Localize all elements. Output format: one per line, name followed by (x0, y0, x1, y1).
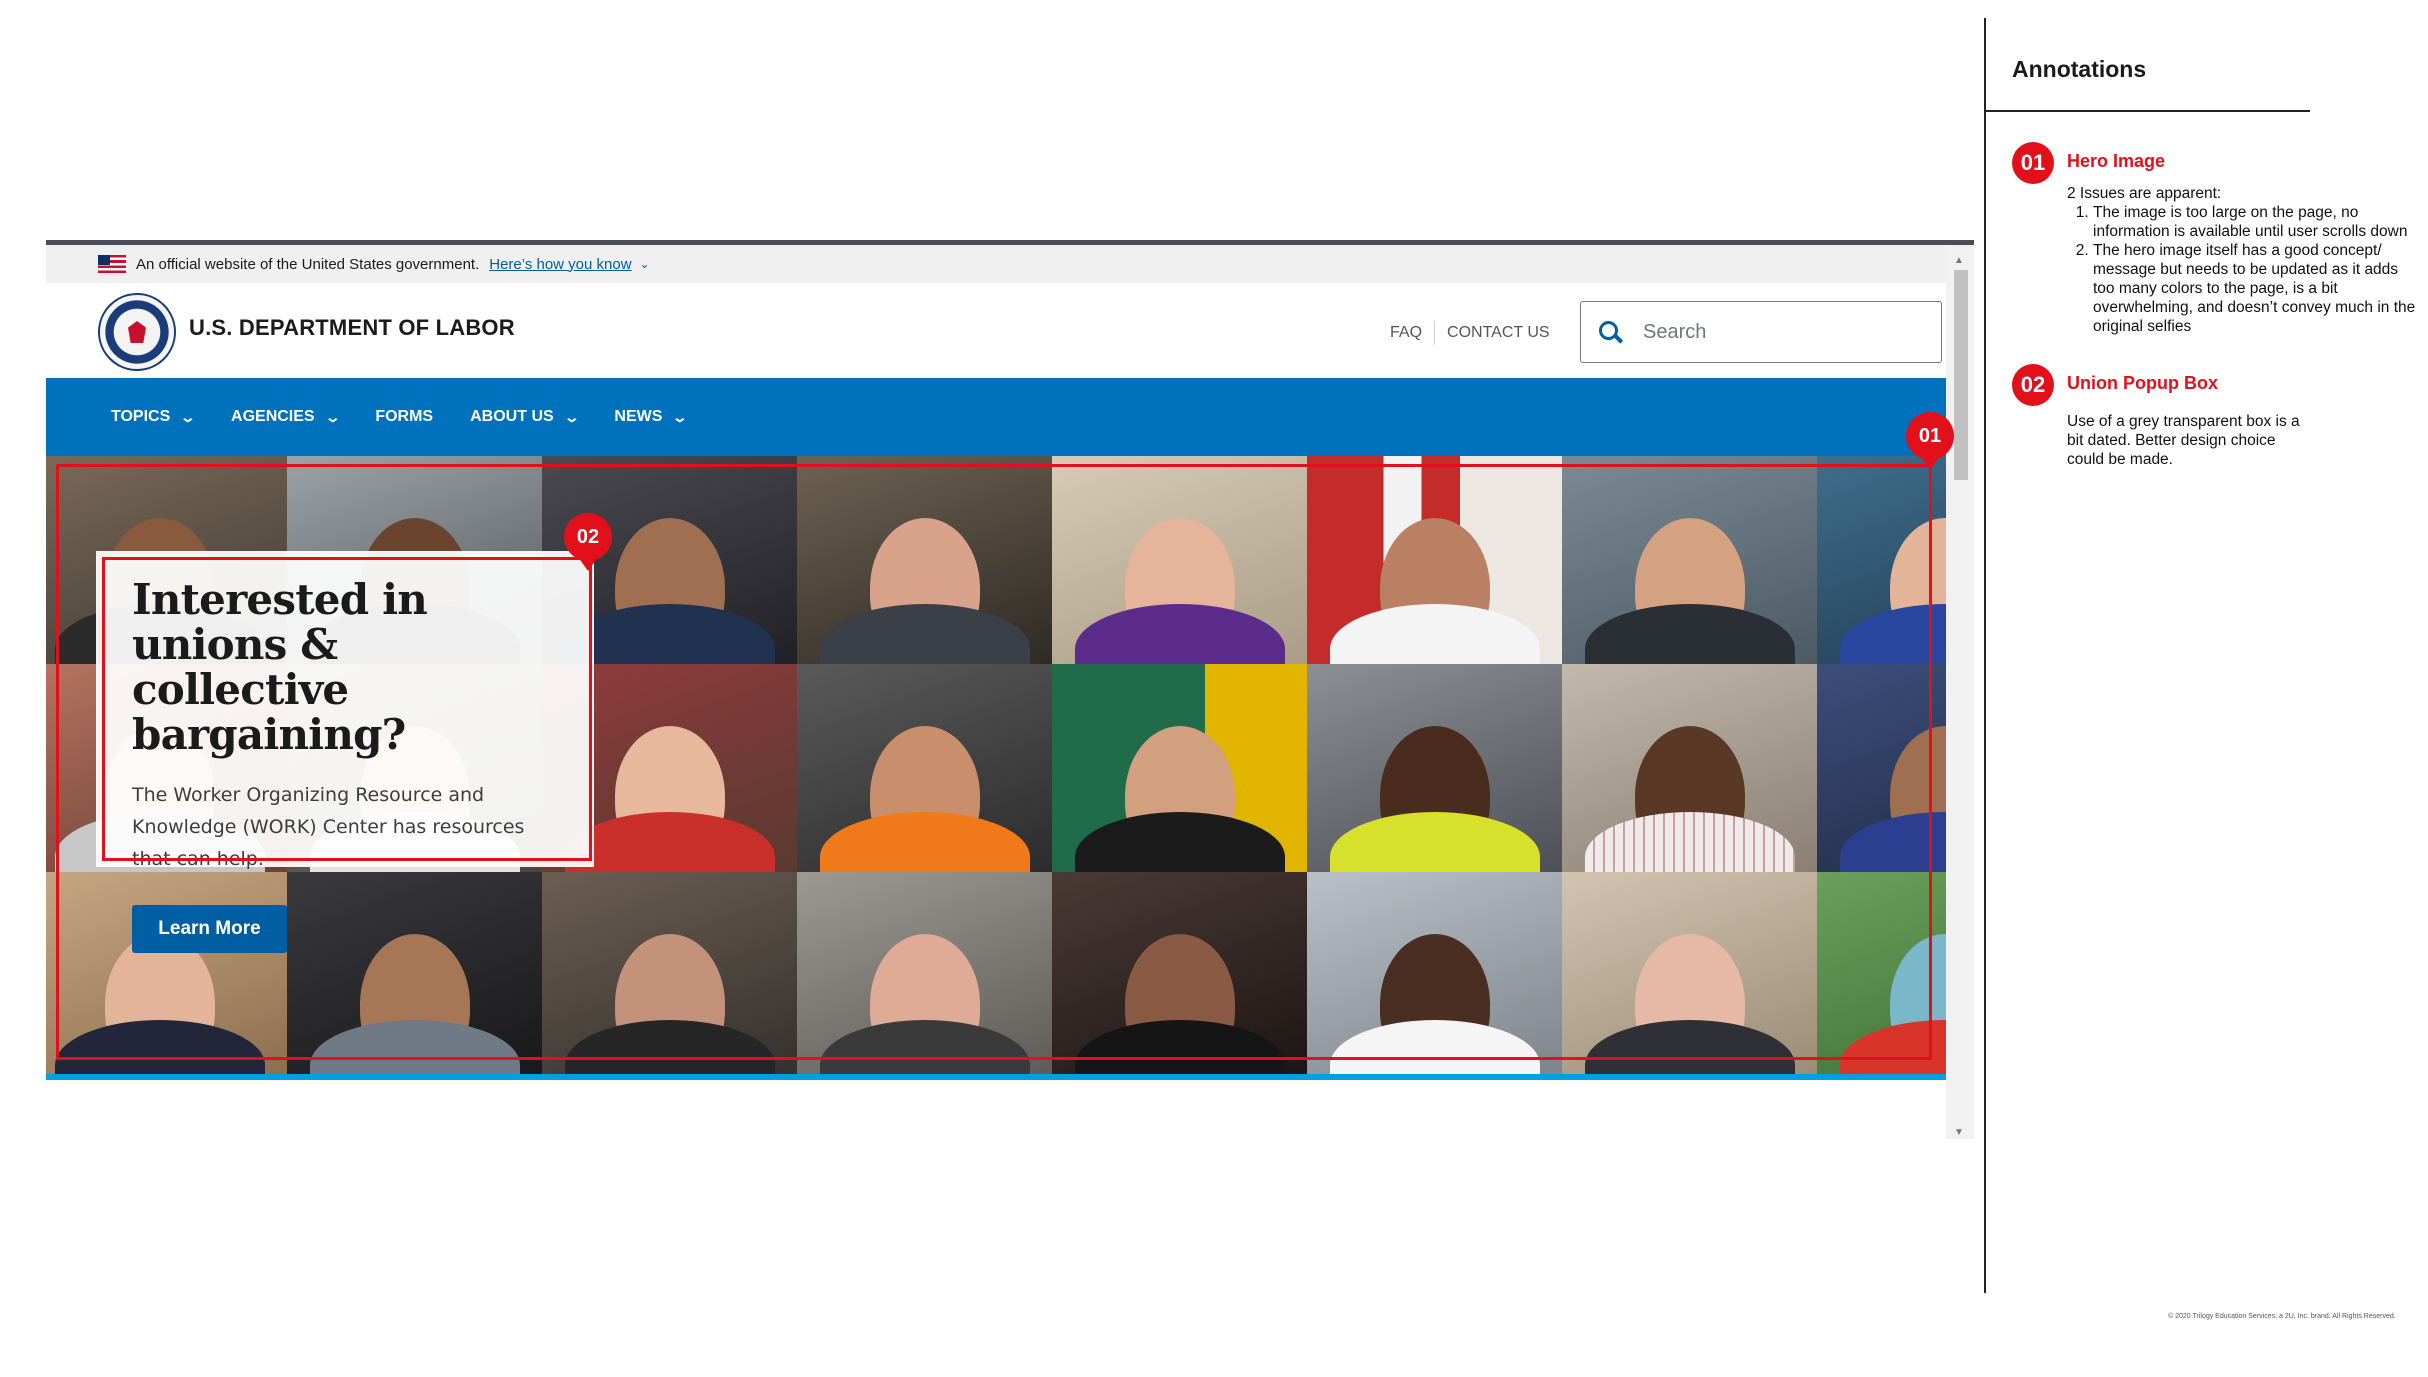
hero-bottom-strip (46, 1074, 1946, 1080)
chevron-down-icon: ⌄ (324, 408, 341, 425)
chevron-down-icon: ⌄ (672, 408, 689, 425)
popup-box-highlight (102, 557, 592, 861)
chevron-down-icon: ⌄ (563, 408, 580, 425)
utility-divider (1434, 321, 1436, 345)
page-scrollbar[interactable]: ▲ ▼ (1946, 245, 1974, 1139)
scroll-down-arrow-icon[interactable]: ▼ (1954, 1127, 1964, 1138)
gov-banner: An official website of the United States… (46, 245, 1946, 283)
marker-pin-01: 01 (1906, 412, 1954, 470)
nav-item-news[interactable]: NEWS ⌄ (614, 408, 689, 426)
scroll-up-arrow-icon[interactable]: ▲ (1954, 255, 1964, 266)
annotation-issue: The hero image itself has a good concept… (2093, 241, 2417, 336)
slide: An official website of the United States… (0, 0, 2428, 1377)
annotations-rule (1984, 110, 2310, 112)
dol-seal-logo[interactable] (98, 293, 176, 371)
annotation-issue: The image is too large on the page, no i… (2093, 203, 2417, 241)
annotation-heading-01: Hero Image (2067, 151, 2166, 171)
faq-link[interactable]: FAQ (1390, 324, 1422, 342)
annotation-issue-list: The image is too large on the page, no i… (2067, 203, 2417, 336)
copyright-notice: © 2020 Trilogy Education Services, a 2U,… (2168, 1313, 2396, 1320)
marker-pin-02: 02 (564, 513, 612, 571)
chevron-down-icon[interactable]: ⌄ (640, 257, 650, 271)
search-icon[interactable] (1599, 321, 1621, 343)
annotation-badge-02: 02 (2012, 364, 2054, 406)
us-flag-icon (98, 255, 126, 273)
utility-nav: FAQ CONTACT US (1390, 321, 1550, 345)
search-input[interactable] (1643, 320, 1893, 344)
annotation-heading-02: Union Popup Box (2067, 373, 2218, 393)
nav-item-agencies[interactable]: AGENCIES ⌄ (231, 408, 341, 426)
chevron-down-icon: ⌄ (179, 408, 197, 425)
gov-banner-text: An official website of the United States… (136, 255, 480, 273)
nav-item-label: AGENCIES (231, 408, 315, 425)
panel-divider (1984, 18, 1986, 1293)
annotations-title: Annotations (2012, 56, 2147, 82)
scrollbar-thumb[interactable] (1954, 270, 1968, 480)
nav-item-topics[interactable]: TOPICS ⌄ (111, 408, 197, 426)
nav-item-forms[interactable]: FORMS (375, 408, 433, 426)
nav-item-label: TOPICS (111, 408, 171, 425)
site-header: U.S. DEPARTMENT OF LABOR FAQ CONTACT US (46, 283, 1946, 378)
nav-item-label: ABOUT US (470, 408, 554, 425)
nav-item-about-us[interactable]: ABOUT US ⌄ (470, 408, 580, 426)
heres-how-you-know-link[interactable]: Here’s how you know (489, 256, 631, 273)
nav-item-label: FORMS (375, 408, 434, 425)
annotation-text-02: Use of a grey transparent box is a bit d… (2067, 413, 2300, 468)
annotation-badge-01: 01 (2012, 142, 2054, 184)
search-box[interactable] (1580, 301, 1942, 363)
main-nav: TOPICS ⌄ AGENCIES ⌄ FORMS ABOUT US ⌄ NEWS ⌄ (46, 378, 1946, 456)
agency-title[interactable]: U.S. DEPARTMENT OF LABOR (189, 315, 515, 341)
annotation-text-01: 2 Issues are apparent: The image is too … (2067, 184, 2417, 336)
nav-item-label: NEWS (614, 408, 663, 425)
contact-us-link[interactable]: CONTACT US (1447, 324, 1550, 342)
annotation-intro: 2 Issues are apparent: (2067, 185, 2222, 202)
